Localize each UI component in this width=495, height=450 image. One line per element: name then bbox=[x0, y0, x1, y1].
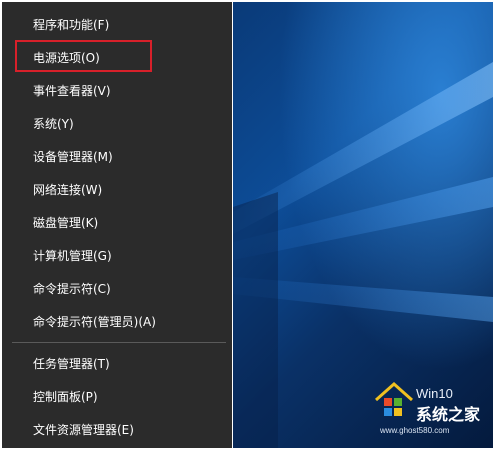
menu-item-task-manager[interactable]: 任务管理器(T) bbox=[2, 350, 232, 378]
menu-item-computer-management[interactable]: 计算机管理(G) bbox=[2, 242, 232, 270]
menu-item-file-explorer[interactable]: 文件资源管理器(E) bbox=[2, 416, 232, 444]
watermark-site-name: 系统之家 bbox=[416, 405, 481, 424]
watermark: Win10 系统之家 www.ghost580.com bbox=[372, 378, 492, 438]
watermark-url: www.ghost580.com bbox=[380, 426, 450, 435]
menu-item-event-viewer[interactable]: 事件查看器(V) bbox=[2, 77, 232, 105]
menu-item-command-prompt-admin[interactable]: 命令提示符(管理员)(A) bbox=[2, 308, 232, 336]
menu-item-device-manager[interactable]: 设备管理器(M) bbox=[2, 143, 232, 171]
menu-item-command-prompt[interactable]: 命令提示符(C) bbox=[2, 275, 232, 303]
house-logo-icon bbox=[375, 381, 413, 416]
menu-item-programs-features[interactable]: 程序和功能(F) bbox=[2, 11, 232, 39]
menu-item-control-panel[interactable]: 控制面板(P) bbox=[2, 383, 232, 411]
menu-item-system[interactable]: 系统(Y) bbox=[2, 110, 232, 138]
menu-item-disk-management[interactable]: 磁盘管理(K) bbox=[2, 209, 232, 237]
watermark-brand: Win10 bbox=[416, 386, 453, 401]
menu-item-network-connections[interactable]: 网络连接(W) bbox=[2, 176, 232, 204]
menu-divider bbox=[12, 342, 226, 343]
power-options-highlight bbox=[15, 40, 152, 72]
